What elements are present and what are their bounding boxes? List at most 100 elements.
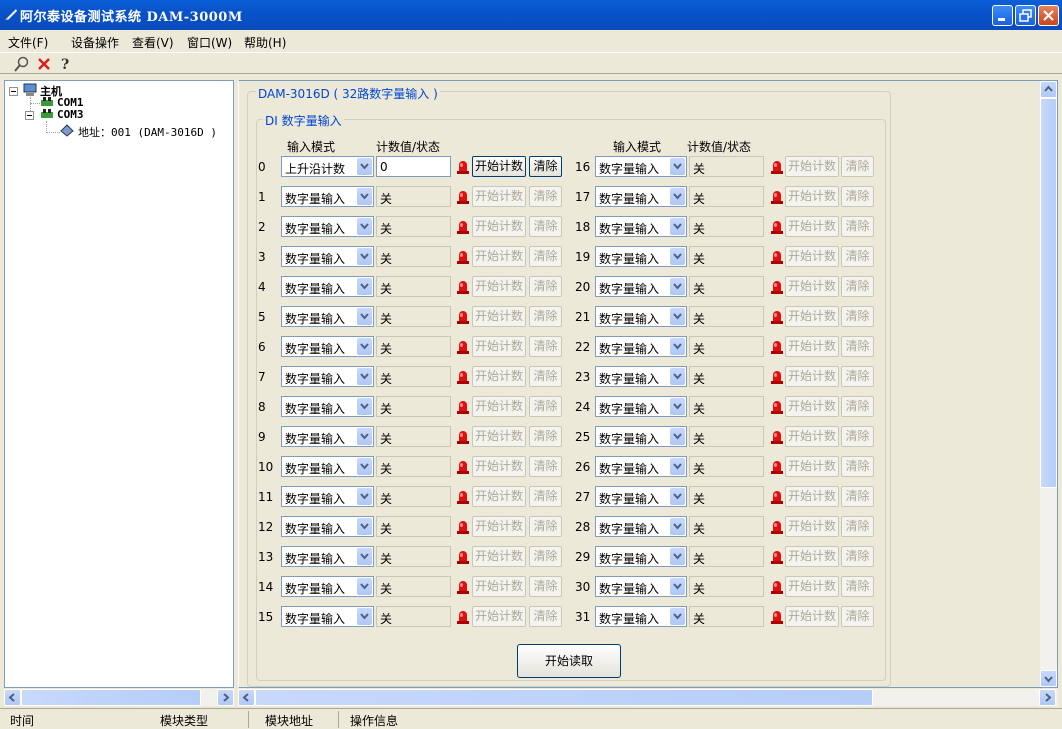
- input-mode-select[interactable]: 数字量输入: [281, 546, 374, 567]
- scroll-down-button[interactable]: [1040, 670, 1057, 687]
- main-scroll-left-button[interactable]: [238, 689, 255, 706]
- input-mode-select[interactable]: 数字量输入: [281, 576, 374, 597]
- count-value-text: 关: [693, 282, 706, 296]
- input-mode-select[interactable]: 数字量输入: [595, 486, 687, 507]
- input-mode-select[interactable]: 数字量输入: [595, 456, 687, 477]
- dropdown-arrow-icon[interactable]: [670, 278, 685, 295]
- input-mode-select[interactable]: 数字量输入: [281, 516, 374, 537]
- input-mode-select[interactable]: 数字量输入: [281, 396, 374, 417]
- input-mode-select[interactable]: 数字量输入: [595, 336, 687, 357]
- menu-help[interactable]: 帮助(H): [244, 34, 286, 51]
- input-mode-select[interactable]: 数字量输入: [595, 216, 687, 237]
- dropdown-arrow-icon[interactable]: [357, 218, 372, 235]
- dropdown-arrow-icon[interactable]: [670, 578, 685, 595]
- main-scroll-right-button[interactable]: [1039, 689, 1056, 706]
- close-button[interactable]: [1038, 5, 1059, 26]
- dropdown-arrow-icon[interactable]: [670, 218, 685, 235]
- search-button[interactable]: [12, 55, 32, 73]
- delete-button[interactable]: [34, 55, 54, 73]
- input-mode-select[interactable]: 数字量输入: [595, 576, 687, 597]
- dropdown-arrow-icon[interactable]: [670, 608, 685, 625]
- input-mode-select[interactable]: 数字量输入: [281, 366, 374, 387]
- clear-button[interactable]: 清除: [529, 156, 562, 177]
- dropdown-arrow-icon[interactable]: [670, 398, 685, 415]
- scroll-thumb[interactable]: [1040, 98, 1057, 488]
- vertical-scrollbar[interactable]: [1040, 81, 1057, 687]
- input-mode-select[interactable]: 数字量输入: [281, 276, 374, 297]
- clear-button: 清除: [841, 366, 874, 387]
- tree-hscroll-thumb[interactable]: [21, 689, 201, 706]
- input-mode-select[interactable]: 数字量输入: [281, 306, 374, 327]
- dropdown-arrow-icon[interactable]: [357, 368, 372, 385]
- tree-collapse-host[interactable]: [9, 87, 18, 96]
- input-mode-select[interactable]: 数字量输入: [595, 546, 687, 567]
- main-hscrollbar[interactable]: [238, 689, 1058, 706]
- dropdown-arrow-icon[interactable]: [357, 518, 372, 535]
- start-read-button[interactable]: 开始读取: [517, 644, 621, 678]
- dropdown-arrow-icon[interactable]: [670, 488, 685, 505]
- input-mode-select[interactable]: 数字量输入: [281, 216, 374, 237]
- dropdown-arrow-icon[interactable]: [670, 548, 685, 565]
- menu-view[interactable]: 查看(V): [132, 34, 174, 51]
- dropdown-arrow-icon[interactable]: [670, 188, 685, 205]
- dropdown-arrow-icon[interactable]: [357, 308, 372, 325]
- input-mode-select[interactable]: 数字量输入: [281, 606, 374, 627]
- dropdown-arrow-icon[interactable]: [670, 518, 685, 535]
- input-mode-select[interactable]: 数字量输入: [595, 606, 687, 627]
- dropdown-arrow-icon[interactable]: [670, 368, 685, 385]
- tree-node-com3[interactable]: COM3: [57, 108, 84, 121]
- dropdown-arrow-icon[interactable]: [357, 338, 372, 355]
- count-value-field[interactable]: 0: [376, 156, 451, 177]
- dropdown-arrow-icon[interactable]: [357, 188, 372, 205]
- tree-node-device[interactable]: 地址：001 (DAM-3016D ): [78, 124, 217, 140]
- menu-window[interactable]: 窗口(W): [187, 34, 232, 51]
- dropdown-arrow-icon[interactable]: [670, 338, 685, 355]
- dropdown-arrow-icon[interactable]: [357, 548, 372, 565]
- dropdown-arrow-icon[interactable]: [357, 428, 372, 445]
- minimize-button[interactable]: [992, 5, 1013, 26]
- input-mode-select[interactable]: 数字量输入: [595, 246, 687, 267]
- input-mode-select[interactable]: 数字量输入: [595, 186, 687, 207]
- tree-scroll-right-button[interactable]: [217, 689, 234, 706]
- start-count-button[interactable]: 开始计数: [472, 156, 526, 177]
- start-count-button: 开始计数: [472, 216, 526, 237]
- input-mode-select[interactable]: 数字量输入: [595, 156, 687, 177]
- input-mode-select[interactable]: 数字量输入: [281, 486, 374, 507]
- main-hscroll-thumb[interactable]: [255, 689, 873, 706]
- dropdown-arrow-icon[interactable]: [670, 458, 685, 475]
- input-mode-select[interactable]: 数字量输入: [281, 456, 374, 477]
- clear-button: 清除: [841, 516, 874, 537]
- input-mode-select[interactable]: 数字量输入: [595, 276, 687, 297]
- scroll-up-button[interactable]: [1040, 81, 1057, 98]
- dropdown-arrow-icon[interactable]: [357, 248, 372, 265]
- dropdown-arrow-icon[interactable]: [357, 278, 372, 295]
- tree-scroll-left-button[interactable]: [4, 689, 21, 706]
- dropdown-arrow-icon[interactable]: [357, 158, 372, 175]
- dropdown-arrow-icon[interactable]: [670, 308, 685, 325]
- menu-device-ops[interactable]: 设备操作: [71, 34, 119, 51]
- input-mode-select[interactable]: 数字量输入: [281, 336, 374, 357]
- input-mode-select[interactable]: 数字量输入: [281, 246, 374, 267]
- dropdown-arrow-icon[interactable]: [670, 248, 685, 265]
- dropdown-arrow-icon[interactable]: [670, 428, 685, 445]
- menu-file[interactable]: 文件(F): [8, 34, 48, 51]
- dropdown-arrow-icon[interactable]: [357, 608, 372, 625]
- tree-hscrollbar[interactable]: [4, 689, 234, 706]
- input-mode-select[interactable]: 数字量输入: [281, 426, 374, 447]
- input-mode-select[interactable]: 数字量输入: [595, 426, 687, 447]
- dropdown-arrow-icon[interactable]: [357, 398, 372, 415]
- input-mode-select[interactable]: 数字量输入: [595, 396, 687, 417]
- input-mode-select[interactable]: 数字量输入: [595, 306, 687, 327]
- dropdown-arrow-icon[interactable]: [357, 488, 372, 505]
- input-mode-select[interactable]: 数字量输入: [595, 516, 687, 537]
- input-mode-select[interactable]: 数字量输入: [281, 186, 374, 207]
- dropdown-arrow-icon[interactable]: [670, 158, 685, 175]
- dropdown-arrow-icon[interactable]: [357, 458, 372, 475]
- input-mode-select[interactable]: 上升沿计数: [281, 156, 374, 177]
- help-button[interactable]: ?: [56, 55, 76, 73]
- input-mode-select[interactable]: 数字量输入: [595, 366, 687, 387]
- input-mode-value: 数字量输入: [599, 582, 660, 596]
- dropdown-arrow-icon[interactable]: [357, 578, 372, 595]
- maximize-button[interactable]: [1015, 5, 1036, 26]
- tree-collapse-com3[interactable]: [25, 111, 34, 120]
